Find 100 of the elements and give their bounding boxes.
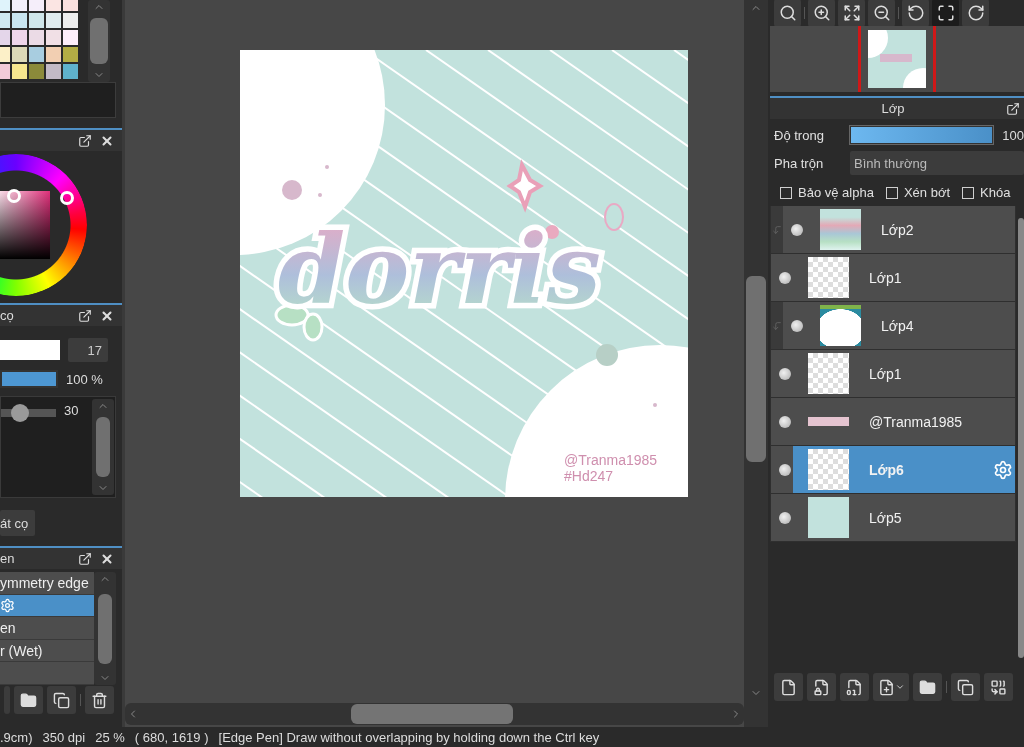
copy-icon [957,678,974,696]
horizontal-scrollbar[interactable] [125,703,744,725]
visibility-dot[interactable] [791,319,803,332]
color-swatch[interactable] [12,13,27,28]
zoom-out-icon [872,4,891,22]
visibility-dot[interactable] [779,271,791,284]
file-digit-icon [846,678,863,696]
scrollbar[interactable] [92,399,114,495]
merge-icon [990,678,1007,696]
color-swatch[interactable] [29,0,44,11]
delete-button[interactable] [85,686,114,714]
layer-row[interactable]: @Tranma1985 [770,398,1016,446]
layer-row[interactable]: Lớp4 [770,302,1016,350]
visibility-dot[interactable] [791,223,803,236]
scroll-thumb[interactable] [351,704,513,724]
size-field[interactable]: 17 [68,338,108,362]
color-swatch[interactable] [46,30,61,45]
layer-thumbnail [820,305,861,346]
close-icon[interactable] [100,308,114,323]
brush-size-preview [0,340,60,360]
color-marker[interactable] [7,189,21,203]
layer-row[interactable]: Lớp1 [770,254,1016,302]
add-layer-button[interactable] [873,673,909,701]
layer-name: Lớp4 [881,317,914,334]
layer-row[interactable]: Lớp5 [770,494,1016,542]
visibility-dot[interactable] [779,415,791,428]
folder-icon [919,678,936,696]
brush-item[interactable] [0,594,95,618]
checkbox[interactable] [780,186,792,199]
scroll-thumb[interactable] [98,593,113,664]
color-swatch[interactable] [12,47,27,62]
scrollbar[interactable] [88,0,110,82]
scroll-thumb[interactable] [1018,218,1024,658]
blend-select[interactable]: Bình thường [850,151,1024,175]
checkbox-label: Khóa [980,185,1011,200]
color-swatch[interactable] [63,47,78,62]
vertical-scrollbar[interactable] [744,0,768,701]
layer-row[interactable]: Lớp2 [770,206,1016,254]
gear-icon[interactable] [993,459,1013,480]
panel-title: Lớp [881,101,905,116]
color-swatch[interactable] [46,47,61,62]
popout-icon[interactable] [1006,101,1020,116]
visibility-dot[interactable] [779,511,791,524]
layer-row[interactable]: Lớp1 [770,350,1016,398]
popout-icon[interactable] [78,551,92,566]
hue-marker[interactable] [60,191,74,205]
one-bit-layer-button[interactable] [840,673,869,701]
visibility-dot[interactable] [779,463,791,476]
view-tool-button[interactable] [868,0,895,27]
checkbox[interactable] [962,186,974,199]
color-swatch[interactable] [29,64,44,79]
popout-icon[interactable] [78,133,92,148]
color-swatch[interactable] [12,0,27,11]
brush-button[interactable]: át cọ [0,510,36,536]
folder-button[interactable] [14,686,43,714]
layer-name: Lớp6 [869,461,904,478]
color-swatch[interactable] [29,30,44,45]
saturation-square[interactable] [0,191,50,259]
scrollbar[interactable] [94,572,116,685]
view-tool-button[interactable] [932,0,959,27]
gear-icon[interactable] [0,597,15,613]
brush-item[interactable]: en [0,617,95,640]
rotate-left-icon [906,4,925,22]
folder-button[interactable] [913,673,942,701]
color-swatch[interactable] [46,64,61,79]
checkbox[interactable] [885,186,898,199]
new-layer-button[interactable] [774,673,803,701]
color-swatch[interactable] [29,47,44,62]
color-swatch[interactable] [12,64,27,79]
color-swatch[interactable] [46,0,61,11]
view-tool-button[interactable] [808,0,835,27]
brush-item[interactable]: ymmetry edge [0,572,95,595]
view-tool-button[interactable] [902,0,929,27]
scroll-thumb[interactable] [96,417,110,477]
color-swatch[interactable] [63,64,78,79]
copy-button[interactable] [47,686,76,714]
close-icon[interactable] [100,551,114,566]
slider-thumb[interactable] [11,404,30,422]
merge-button[interactable] [984,673,1013,701]
visibility-dot[interactable] [779,367,791,380]
scroll-thumb[interactable] [746,276,766,462]
color-swatch[interactable] [63,13,78,28]
color-swatch[interactable] [63,30,78,45]
popout-icon[interactable] [78,308,92,323]
view-tool-button[interactable] [962,0,989,27]
color-swatch[interactable] [63,0,78,11]
color-swatch[interactable] [12,30,27,45]
color-swatch[interactable] [46,13,61,28]
duplicate-button[interactable] [951,673,980,701]
color-swatch[interactable] [29,13,44,28]
view-tool-button[interactable] [774,0,801,27]
layer-name: Lớp1 [869,365,902,382]
close-icon[interactable] [100,133,114,148]
credit-text: #Hd247 [564,468,614,484]
view-tool-button[interactable] [838,0,865,27]
status-text: ( 680, 1619 ) [134,729,209,745]
scroll-thumb[interactable] [90,18,108,64]
lock-layer-button[interactable] [807,673,836,701]
brush-item[interactable]: r (Wet) [0,639,95,663]
fullscreen-icon [936,4,955,22]
